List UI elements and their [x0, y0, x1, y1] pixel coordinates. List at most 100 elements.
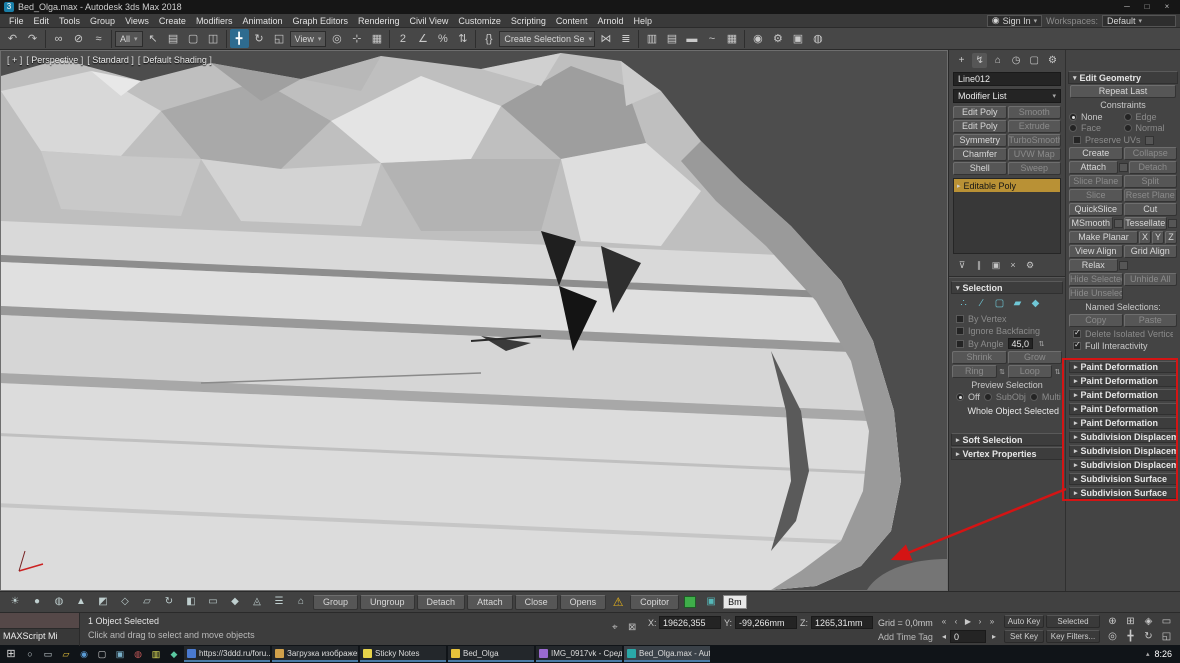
select-by-name-icon[interactable]: ▤ — [164, 29, 183, 48]
full-interactivity-checkbox[interactable] — [1073, 342, 1081, 350]
custom-tool-icon[interactable]: ☰ — [269, 594, 289, 610]
taskbar-pinned-icon[interactable]: ◆ — [166, 647, 182, 661]
custom-tool-icon[interactable]: ▭ — [203, 594, 223, 610]
grid-align-button[interactable]: Grid Align — [1124, 245, 1178, 258]
percent-snap-icon[interactable]: % — [433, 29, 452, 48]
custom-tool-icon[interactable]: ◧ — [181, 594, 201, 610]
by-vertex-checkbox[interactable] — [956, 315, 964, 323]
ribbon-toggle-icon[interactable]: ▬ — [682, 29, 701, 48]
maxscript-listener-row[interactable]: MAXScript Mi — [0, 629, 79, 645]
modifier-set-button[interactable]: TurboSmooth — [1008, 134, 1062, 147]
loop-button[interactable]: Loop — [1008, 365, 1053, 378]
tray-expand-icon[interactable]: ▴ — [1146, 650, 1150, 658]
perspective-viewport[interactable]: [ + ] [ Perspective ] [ Standard ] [ Def… — [0, 50, 948, 591]
menu-graph-editors[interactable]: Graph Editors — [287, 16, 353, 26]
rollout-edit-geometry[interactable]: ▾ Edit Geometry — [1068, 71, 1178, 84]
border-mode-icon[interactable]: ▢ — [993, 297, 1006, 310]
select-and-link-icon[interactable]: ∞ — [49, 29, 68, 48]
edge-mode-icon[interactable]: ∕ — [975, 297, 988, 310]
reset-plane-button[interactable]: Reset Plane — [1124, 189, 1178, 202]
taskbar-app-sticky-notes[interactable]: Sticky Notes — [360, 646, 446, 662]
grow-button[interactable]: Grow — [1008, 351, 1063, 364]
custom-tool-icon[interactable]: ◆ — [225, 594, 245, 610]
shrink-button[interactable]: Shrink — [952, 351, 1007, 364]
frame-forward-icon[interactable]: ▸ — [988, 630, 1000, 643]
menu-edit[interactable]: Edit — [29, 16, 55, 26]
tessellate-settings-icon[interactable] — [1168, 219, 1177, 228]
auto-key-button[interactable]: Auto Key — [1004, 615, 1044, 628]
zoom-region-icon[interactable]: ▭ — [1158, 615, 1175, 629]
minimize-button[interactable]: ─ — [1118, 1, 1136, 13]
zoom-all-icon[interactable]: ⊞ — [1122, 615, 1139, 629]
menu-animation[interactable]: Animation — [237, 16, 287, 26]
selection-lock-icon[interactable]: ⊠ — [628, 622, 636, 633]
taskbar-pinned-icon[interactable]: ▥ — [148, 647, 164, 661]
maxscript-mini-listener[interactable]: MAXScript Mi — [0, 613, 80, 646]
pin-stack-icon[interactable]: ⊽ — [955, 258, 969, 272]
menu-create[interactable]: Create — [154, 16, 191, 26]
preview-multi-radio[interactable] — [1030, 393, 1038, 401]
hide-unselected-button[interactable]: Hide Unselected — [1069, 287, 1123, 300]
planar-y-button[interactable]: Y — [1152, 231, 1164, 244]
ring-button[interactable]: Ring — [952, 365, 997, 378]
modify-tab-icon[interactable]: ↯ — [972, 53, 987, 68]
rollout-subdivision-surface[interactable]: ▸Subdivision Surface — [1069, 473, 1177, 485]
polygon-mode-icon[interactable]: ▰ — [1011, 297, 1024, 310]
custom-tool-icon[interactable]: ▱ — [137, 594, 157, 610]
custom-tool-icon[interactable]: ▲ — [71, 594, 91, 610]
selection-filter-dropdown[interactable]: All ▾ — [115, 31, 143, 47]
zoom-extents-icon[interactable]: ◈ — [1140, 615, 1157, 629]
rollout-vertex-properties[interactable]: ▸ Vertex Properties — [951, 447, 1063, 460]
msmooth-button[interactable]: MSmooth — [1069, 217, 1113, 230]
taskbar-app-photo-viewer[interactable]: IMG_0917vk - Средс... — [536, 646, 622, 662]
go-to-end-icon[interactable]: » — [986, 615, 998, 628]
taskbar-pinned-icon[interactable]: ▣ — [112, 647, 128, 661]
rectangular-selection-icon[interactable]: ▢ — [184, 29, 203, 48]
viewport-menu-pov[interactable]: [ Perspective ] — [26, 55, 83, 65]
rollout-paint-deformation[interactable]: ▸Paint Deformation — [1069, 417, 1177, 429]
zoom-icon[interactable]: ⊕ — [1104, 615, 1121, 629]
select-and-manipulate-icon[interactable]: ⊹ — [347, 29, 366, 48]
relax-button[interactable]: Relax — [1069, 259, 1118, 272]
orbit-icon[interactable]: ↻ — [1140, 630, 1157, 644]
render-setup-icon[interactable]: ⚙ — [768, 29, 787, 48]
unlink-selection-icon[interactable]: ⊘ — [69, 29, 88, 48]
constraint-face-radio[interactable] — [1069, 124, 1077, 132]
modifier-set-button[interactable]: Sweep — [1008, 162, 1062, 175]
element-mode-icon[interactable]: ◆ — [1029, 297, 1042, 310]
taskbar-pinned-icon[interactable]: ◉ — [76, 647, 92, 661]
angle-snap-icon[interactable]: ∠ — [413, 29, 432, 48]
scene-explorer-icon[interactable]: ▥ — [642, 29, 661, 48]
menu-file[interactable]: File — [4, 16, 29, 26]
make-unique-icon[interactable]: ▣ — [989, 258, 1003, 272]
modifier-list-dropdown[interactable]: Modifier List ▾ — [953, 89, 1061, 103]
tessellate-button[interactable]: Tessellate — [1124, 217, 1168, 230]
custom-tool-icon[interactable]: ↻ — [159, 594, 179, 610]
keyboard-override-icon[interactable]: ▦ — [367, 29, 386, 48]
menu-scripting[interactable]: Scripting — [506, 16, 551, 26]
rollout-paint-deformation[interactable]: ▸Paint Deformation — [1069, 389, 1177, 401]
modifier-set-button[interactable]: Extrude — [1008, 120, 1062, 133]
menu-modifiers[interactable]: Modifiers — [191, 16, 238, 26]
search-icon[interactable]: ○ — [22, 647, 38, 661]
select-and-move-icon[interactable]: ╋ — [230, 29, 249, 48]
custom-tool-icon[interactable]: ◇ — [115, 594, 135, 610]
spinner-icon[interactable]: ⇅ — [1053, 368, 1062, 376]
layer-explorer-icon[interactable]: ▤ — [662, 29, 681, 48]
vertex-mode-icon[interactable]: ∴ — [957, 297, 970, 310]
copitor-button[interactable]: Copitor — [630, 595, 679, 610]
y-coordinate-field[interactable]: -99,266mm — [735, 616, 797, 629]
utilities-tab-icon[interactable]: ⚙ — [1045, 53, 1060, 68]
msmooth-settings-icon[interactable] — [1114, 219, 1123, 228]
make-planar-button[interactable]: Make Planar — [1069, 231, 1138, 244]
hierarchy-tab-icon[interactable]: ⌂ — [990, 53, 1005, 68]
group-button[interactable]: Group — [313, 595, 358, 610]
start-button[interactable]: ⊞ — [2, 646, 20, 662]
key-filters-button[interactable]: Key Filters... — [1046, 630, 1100, 643]
repeat-last-button[interactable]: Repeat Last — [1070, 85, 1176, 98]
quickslice-button[interactable]: QuickSlice — [1069, 203, 1123, 216]
reference-coordinate-dropdown[interactable]: View ▾ — [290, 31, 327, 47]
rollout-subdivision-surface[interactable]: ▸Subdivision Surface — [1069, 487, 1177, 499]
rollout-subdivision-displacement[interactable]: ▸Subdivision Displacement — [1069, 431, 1177, 443]
taskbar-app-browser[interactable]: https://3ddd.ru/foru... — [184, 646, 270, 662]
